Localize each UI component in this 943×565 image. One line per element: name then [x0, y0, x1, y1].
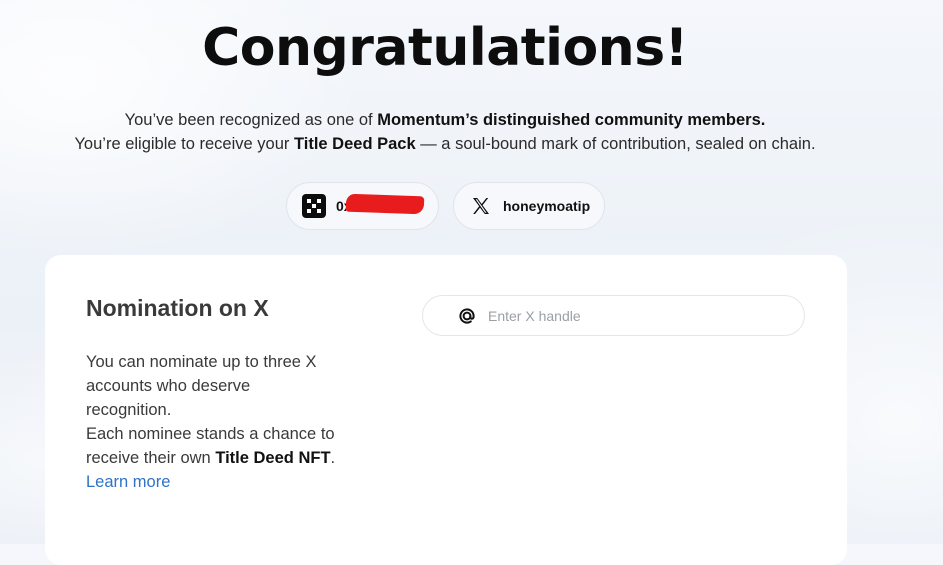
nomination-card: Nomination on X You can nominate up to t…	[45, 255, 847, 565]
page-title: Congratulations!	[202, 18, 688, 78]
redaction-mark	[345, 193, 425, 215]
x-handle-field[interactable]	[422, 295, 805, 336]
at-sign-icon	[457, 306, 477, 326]
recognition-message: You’ve been recognized as one of Momentu…	[0, 108, 890, 156]
okx-wallet-icon	[302, 194, 326, 218]
x-handle: honeymoatip	[503, 198, 591, 214]
recognition-line-2: You’re eligible to receive your Title De…	[74, 135, 816, 153]
learn-more-link[interactable]: Learn more	[86, 473, 170, 491]
nomination-text-2: Each nominee stands a chance to receive …	[86, 425, 336, 467]
x-account-pill[interactable]: honeymoatip	[453, 182, 605, 230]
nomination-description: You can nominate up to three X accounts …	[86, 350, 336, 494]
nomination-text-1: You can nominate up to three X accounts …	[86, 353, 317, 419]
x-handle-input[interactable]	[486, 306, 790, 325]
nomination-title: Nomination on X	[86, 295, 269, 321]
recognition-line-1: You’ve been recognized as one of Momentu…	[124, 111, 766, 129]
x-logo-icon	[470, 195, 492, 217]
